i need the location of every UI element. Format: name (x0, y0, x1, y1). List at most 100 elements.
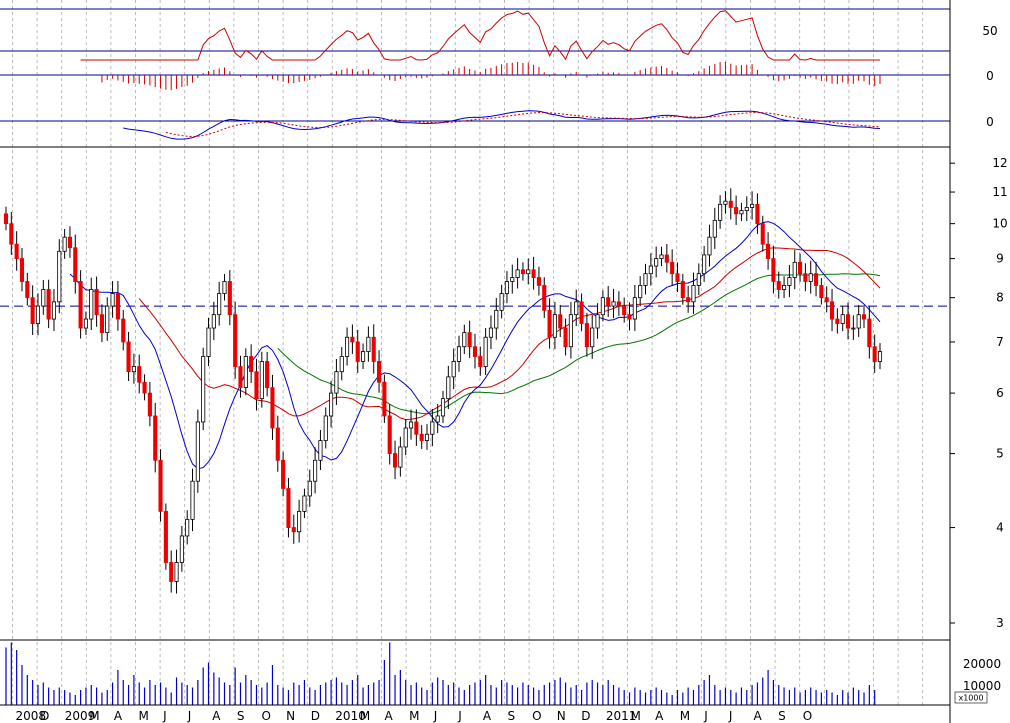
candle-body (680, 281, 685, 299)
candle-body (734, 207, 739, 215)
candle-body (14, 243, 19, 260)
time-axis-label: M (89, 709, 99, 723)
time-axis-label: J (187, 709, 192, 723)
candle-body (643, 273, 648, 286)
candle-body (467, 332, 472, 348)
time-axis-label: N (286, 709, 295, 723)
candle-body (499, 293, 504, 311)
candle-body (664, 254, 669, 263)
price-tick-label: 8 (996, 291, 1004, 305)
time-axis-label: D (40, 709, 49, 723)
candle-body (398, 446, 403, 468)
candle-body (654, 258, 659, 267)
candle-body (371, 336, 376, 362)
candle-body (739, 210, 744, 215)
stock-chart: 50 0 0 3456789101112 20000 10000 x1000 2… (0, 0, 1010, 723)
candle-body (126, 341, 131, 373)
candle-body (115, 293, 120, 320)
candle-body (712, 219, 717, 238)
candle-body (622, 305, 627, 316)
candle-body (281, 459, 286, 489)
candle-body (590, 327, 595, 348)
candle-body (46, 289, 51, 320)
price-tick-label: 5 (996, 447, 1004, 461)
candle-body (254, 371, 259, 400)
candle-body (121, 318, 126, 343)
candle-body (563, 327, 568, 348)
time-axis-label: M (139, 709, 149, 723)
candle-body (243, 356, 248, 389)
candle-body (25, 281, 30, 299)
candle-body (611, 301, 616, 307)
candle-body (424, 433, 430, 441)
time-axis-label: S (508, 709, 516, 723)
candle-body (707, 236, 712, 256)
candle-body (430, 421, 435, 435)
time-axis-label: N (557, 709, 566, 723)
candle-body (83, 318, 88, 329)
candle-body (185, 518, 190, 537)
price-tick-label: 10 (992, 217, 1007, 231)
time-axis-label: J (703, 709, 708, 723)
candle-body (9, 223, 14, 245)
candle-body (211, 314, 216, 329)
candle-body (718, 203, 723, 221)
candle-body (872, 346, 877, 362)
candle-body (552, 314, 557, 338)
candle-body (515, 269, 520, 278)
candle-body (829, 301, 835, 320)
candle-body (313, 459, 318, 482)
candle-body (51, 301, 57, 320)
candle-body (808, 273, 813, 282)
candle-body (408, 421, 414, 429)
price-tick-label: 11 (992, 185, 1007, 199)
candle-body (542, 285, 547, 311)
candle-body (329, 392, 334, 417)
candle-body (547, 309, 552, 338)
candle-body (675, 273, 680, 282)
candle-body (238, 366, 243, 389)
candle-body (174, 562, 179, 582)
candle-body (73, 247, 78, 282)
candle-body (350, 336, 355, 343)
price-tick-label: 4 (996, 521, 1004, 535)
candle-body (3, 213, 9, 225)
volume-unit-label: x1000 (958, 694, 983, 703)
candle-body (584, 323, 589, 348)
price-tick-label: 3 (996, 616, 1004, 630)
time-axis-label: M (360, 709, 370, 723)
candle-body (41, 289, 46, 307)
candle-body (744, 207, 749, 212)
time-axis-label: O (803, 709, 812, 723)
candle-body (574, 301, 579, 316)
time-axis-label: J (728, 709, 733, 723)
candle-body (233, 314, 238, 367)
candle-body (62, 236, 67, 252)
candle-body (606, 297, 611, 307)
candle-body (845, 314, 851, 329)
candle-body (153, 415, 158, 461)
time-axis-label: S (778, 709, 786, 723)
candle-body (334, 371, 339, 394)
candle-body (691, 285, 696, 303)
candle-body (771, 258, 776, 282)
candle-body (158, 459, 163, 512)
candle-body (286, 488, 291, 528)
candle-body (270, 387, 275, 429)
candle-body (35, 305, 41, 324)
candle-body (366, 336, 371, 352)
candle-body (803, 273, 808, 282)
candle-body (137, 366, 142, 383)
time-axis-label: A (385, 709, 394, 723)
candle-body (217, 293, 222, 316)
candle-body (835, 318, 840, 324)
candle-body (110, 293, 115, 307)
candle-body (201, 356, 206, 423)
candle-body (760, 223, 765, 245)
candle-body (483, 336, 488, 367)
candle-body (558, 314, 563, 329)
time-axis-label: A (114, 709, 123, 723)
oscillator-tick-label: 50 (982, 24, 997, 38)
candle-body (750, 203, 755, 208)
candle-body (488, 327, 494, 338)
